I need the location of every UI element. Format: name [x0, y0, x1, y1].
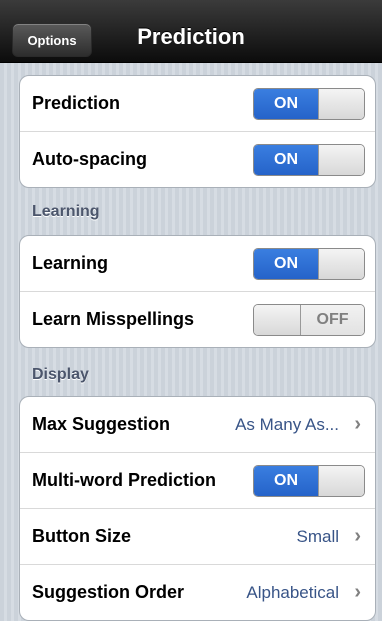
- chevron-right-icon: ›: [354, 581, 361, 603]
- button-size-value: Small: [296, 526, 339, 546]
- prediction-settings-group: Prediction ON Auto-spacing ON: [19, 75, 376, 188]
- toggle-knob: [318, 248, 364, 279]
- prediction-row: Prediction ON: [20, 76, 375, 132]
- toggle-state-label: ON: [254, 88, 318, 119]
- max-suggestion-row[interactable]: Max Suggestion As Many As... ›: [20, 397, 375, 453]
- toggle-knob: [318, 144, 364, 175]
- multi-word-prediction-toggle[interactable]: ON: [253, 464, 365, 497]
- learning-settings-group: Learning ON Learn Misspellings OFF: [19, 235, 376, 348]
- toggle-state-label: ON: [254, 248, 318, 279]
- multi-word-prediction-row: Multi-word Prediction ON: [20, 453, 375, 509]
- suggestion-order-label: Suggestion Order: [32, 582, 185, 602]
- max-suggestion-value: As Many As...: [235, 414, 339, 434]
- toggle-knob: [318, 465, 364, 496]
- display-settings-group: Max Suggestion As Many As... › Multi-wor…: [19, 396, 376, 621]
- learn-misspellings-toggle[interactable]: OFF: [253, 303, 365, 336]
- learning-section-header: Learning: [32, 203, 100, 220]
- navigation-bar: Options Prediction: [0, 0, 382, 63]
- toggle-knob: [318, 88, 364, 119]
- max-suggestion-label: Max Suggestion: [32, 414, 171, 434]
- suggestion-order-row[interactable]: Suggestion Order Alphabetical ›: [20, 565, 375, 620]
- auto-spacing-toggle[interactable]: ON: [253, 143, 365, 176]
- auto-spacing-row: Auto-spacing ON: [20, 132, 375, 187]
- learn-misspellings-label: Learn Misspellings: [32, 309, 195, 329]
- chevron-right-icon: ›: [354, 525, 361, 547]
- toggle-state-label: OFF: [301, 304, 364, 335]
- auto-spacing-label: Auto-spacing: [32, 149, 147, 169]
- multi-word-prediction-label: Multi-word Prediction: [32, 470, 216, 490]
- button-size-row[interactable]: Button Size Small ›: [20, 509, 375, 565]
- suggestion-order-value: Alphabetical: [246, 582, 339, 602]
- prediction-label: Prediction: [32, 93, 121, 113]
- learning-toggle[interactable]: ON: [253, 247, 365, 280]
- chevron-right-icon: ›: [354, 413, 361, 435]
- learning-row: Learning ON: [20, 236, 375, 292]
- back-button-label: Options: [27, 32, 77, 48]
- button-size-label: Button Size: [32, 526, 131, 546]
- learning-label: Learning: [32, 253, 109, 273]
- toggle-state-label: ON: [254, 465, 318, 496]
- toggle-state-label: ON: [254, 144, 318, 175]
- prediction-toggle[interactable]: ON: [253, 87, 365, 120]
- display-section-header: Display: [32, 366, 89, 383]
- toggle-knob: [254, 304, 301, 335]
- learn-misspellings-row: Learn Misspellings OFF: [20, 292, 375, 347]
